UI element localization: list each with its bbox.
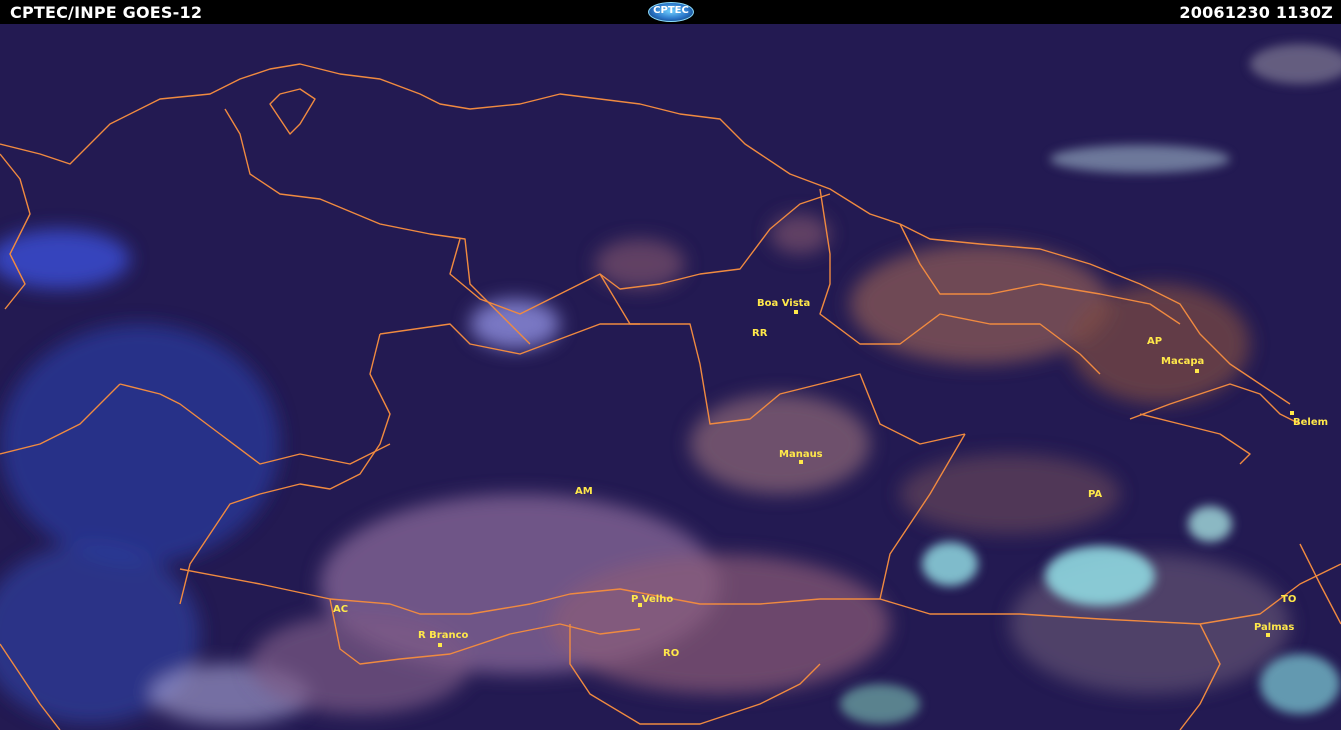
state-label-pa: PA	[1088, 489, 1103, 500]
state-label-ap: AP	[1147, 336, 1163, 347]
city-marker-boa-vista	[794, 310, 798, 314]
city-marker-r-branco	[438, 643, 442, 647]
city-label-macapa: Macapa	[1161, 356, 1205, 367]
state-label-ac: AC	[333, 604, 349, 615]
city-marker-macapa	[1195, 369, 1199, 373]
city-label-r-branco: R Branco	[418, 630, 469, 641]
cloud-cover-central	[250, 214, 1290, 714]
satellite-map[interactable]: Boa Vista RR AP Macapa Belem Manaus AM P…	[0, 24, 1341, 730]
satellite-imagery	[0, 44, 1341, 730]
image-timestamp: 20061230 1130Z	[1179, 3, 1333, 22]
city-label-boa-vista: Boa Vista	[757, 298, 811, 309]
city-label-palmas: Palmas	[1254, 622, 1295, 633]
city-marker-p-velho	[638, 603, 642, 607]
state-label-am: AM	[575, 486, 593, 497]
city-marker-palmas	[1266, 633, 1270, 637]
state-label-to: TO	[1281, 594, 1297, 605]
city-label-manaus: Manaus	[779, 449, 823, 460]
state-label-rr: RR	[752, 328, 768, 339]
city-label-belem: Belem	[1293, 417, 1329, 428]
city-marker-manaus	[799, 460, 803, 464]
header-bar: CPTEC/INPE GOES-12 CPTEC 20061230 1130Z	[0, 0, 1341, 24]
logo-text: CPTEC	[653, 5, 689, 16]
state-label-ro: RO	[663, 648, 680, 659]
satellite-title: CPTEC/INPE GOES-12	[10, 3, 203, 22]
city-marker-belem	[1290, 411, 1294, 415]
cptec-logo: CPTEC	[648, 2, 694, 22]
